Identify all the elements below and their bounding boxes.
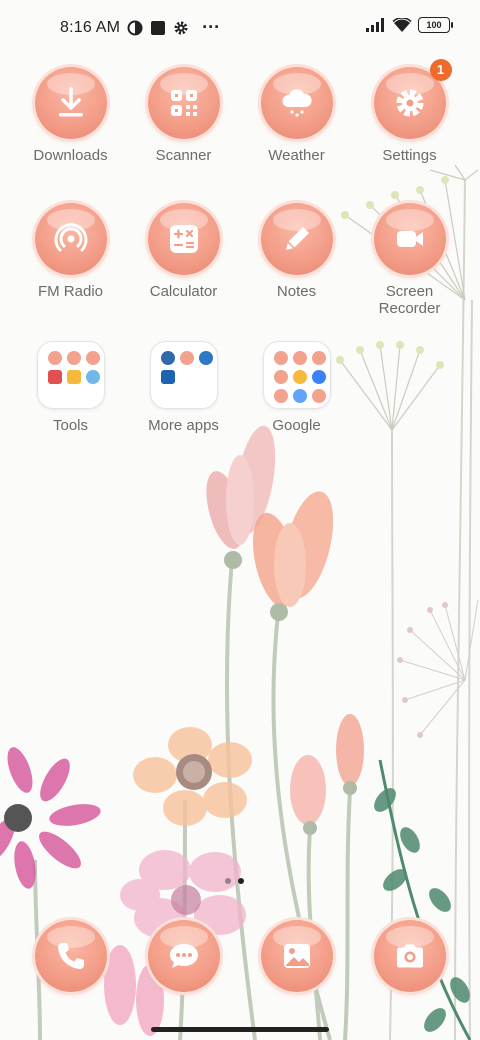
folder-tools[interactable]: Tools bbox=[14, 339, 127, 434]
folder-google-icon[interactable] bbox=[262, 341, 331, 409]
gallery-app-icon[interactable] bbox=[260, 920, 333, 992]
app-notes[interactable]: Notes bbox=[240, 203, 353, 300]
app-label: FM Radio bbox=[37, 283, 104, 300]
app-screen-recorder[interactable]: Screen Recorder bbox=[353, 203, 466, 317]
camera-icon bbox=[396, 944, 423, 968]
wifi-icon bbox=[392, 17, 412, 32]
folder-app-icon bbox=[198, 351, 213, 365]
settings-app-icon[interactable]: 1 bbox=[373, 59, 452, 139]
app-label: Scanner bbox=[155, 147, 212, 164]
scanner-app-icon[interactable] bbox=[147, 67, 220, 139]
chat-bubble-icon bbox=[169, 944, 198, 968]
battery-icon: 100 bbox=[418, 17, 453, 33]
folder-app-icon bbox=[85, 351, 100, 365]
phone-icon bbox=[57, 943, 84, 969]
status-right: 100 bbox=[366, 17, 453, 33]
folder-app-icon bbox=[47, 370, 62, 384]
video-camera-icon bbox=[396, 231, 423, 247]
app-label: Google bbox=[272, 417, 321, 434]
dock bbox=[0, 920, 480, 992]
screen-recorder-app-icon[interactable] bbox=[373, 203, 446, 275]
folder-app-icon bbox=[311, 351, 326, 365]
app-weather[interactable]: Weather bbox=[240, 67, 353, 164]
folder-app-icon bbox=[292, 370, 307, 384]
folder-more-apps[interactable]: More apps bbox=[127, 339, 240, 434]
radio-waves-icon bbox=[54, 223, 87, 252]
dock-phone[interactable] bbox=[14, 920, 127, 992]
signal-icon bbox=[366, 18, 384, 32]
fm-radio-app-icon[interactable] bbox=[34, 203, 107, 275]
folder-app-icon bbox=[179, 351, 194, 365]
pencil-icon bbox=[285, 227, 309, 250]
app-scanner[interactable]: Scanner bbox=[127, 67, 240, 164]
folder-app-icon bbox=[66, 370, 81, 384]
qr-scan-icon bbox=[170, 90, 197, 116]
downloads-app-icon[interactable] bbox=[34, 67, 107, 139]
folder-app-icon bbox=[273, 389, 288, 403]
page-indicator bbox=[225, 878, 244, 884]
cloud-rain-icon bbox=[281, 89, 312, 117]
status-bar: 8:16 AM ··· 100 bbox=[0, 0, 480, 56]
app-label: Calculator bbox=[149, 283, 218, 300]
gear-icon bbox=[174, 21, 188, 34]
folder-more-apps-icon[interactable] bbox=[149, 341, 218, 409]
folder-app-icon bbox=[160, 370, 175, 384]
app-fm-radio[interactable]: FM Radio bbox=[14, 203, 127, 300]
folder-app-icon bbox=[85, 370, 100, 384]
app-label: More apps bbox=[148, 417, 219, 434]
folder-app-icon bbox=[66, 351, 81, 365]
folder-app-icon bbox=[273, 351, 288, 365]
app-label: Downloads bbox=[33, 147, 108, 164]
folder-app-icon bbox=[273, 370, 288, 384]
page-dot bbox=[225, 878, 231, 884]
more-notifications-icon: ··· bbox=[202, 17, 221, 37]
app-label: Tools bbox=[52, 417, 89, 434]
messages-app-icon[interactable] bbox=[147, 920, 220, 992]
calculator-app-icon[interactable] bbox=[147, 203, 220, 275]
notes-app-icon[interactable] bbox=[260, 203, 333, 275]
dock-camera[interactable] bbox=[353, 920, 466, 992]
page-dot-active bbox=[238, 878, 244, 884]
stop-square-icon bbox=[151, 20, 166, 35]
image-icon bbox=[283, 944, 310, 968]
folder-app-icon bbox=[292, 389, 307, 403]
app-label: Settings bbox=[382, 147, 437, 164]
dock-gallery[interactable] bbox=[240, 920, 353, 992]
app-settings[interactable]: 1 Settings bbox=[353, 59, 466, 164]
phone-app-icon[interactable] bbox=[34, 920, 107, 992]
folder-app-icon bbox=[292, 351, 307, 365]
folder-app-icon bbox=[160, 351, 175, 365]
camera-app-icon[interactable] bbox=[373, 920, 446, 992]
data-saver-icon bbox=[127, 20, 143, 35]
app-label: Screen Recorder bbox=[378, 283, 441, 317]
app-downloads[interactable]: Downloads bbox=[14, 67, 127, 164]
gear-icon bbox=[396, 89, 423, 117]
app-label: Notes bbox=[276, 283, 317, 300]
notification-badge: 1 bbox=[429, 59, 452, 81]
calculator-icon bbox=[169, 225, 198, 253]
folder-tools-icon[interactable] bbox=[36, 341, 105, 409]
app-calculator[interactable]: Calculator bbox=[127, 203, 240, 300]
folder-google[interactable]: Google bbox=[240, 339, 353, 434]
app-label: Weather bbox=[268, 147, 325, 164]
dock-messages[interactable] bbox=[127, 920, 240, 992]
folder-app-icon bbox=[311, 370, 326, 384]
folder-app-icon bbox=[311, 389, 326, 403]
weather-app-icon[interactable] bbox=[260, 67, 333, 139]
download-icon bbox=[58, 87, 83, 117]
status-left: 8:16 AM ··· bbox=[60, 17, 220, 38]
gesture-nav-handle[interactable] bbox=[151, 1027, 329, 1032]
status-time: 8:16 AM bbox=[60, 18, 121, 36]
folder-app-icon bbox=[47, 351, 62, 365]
